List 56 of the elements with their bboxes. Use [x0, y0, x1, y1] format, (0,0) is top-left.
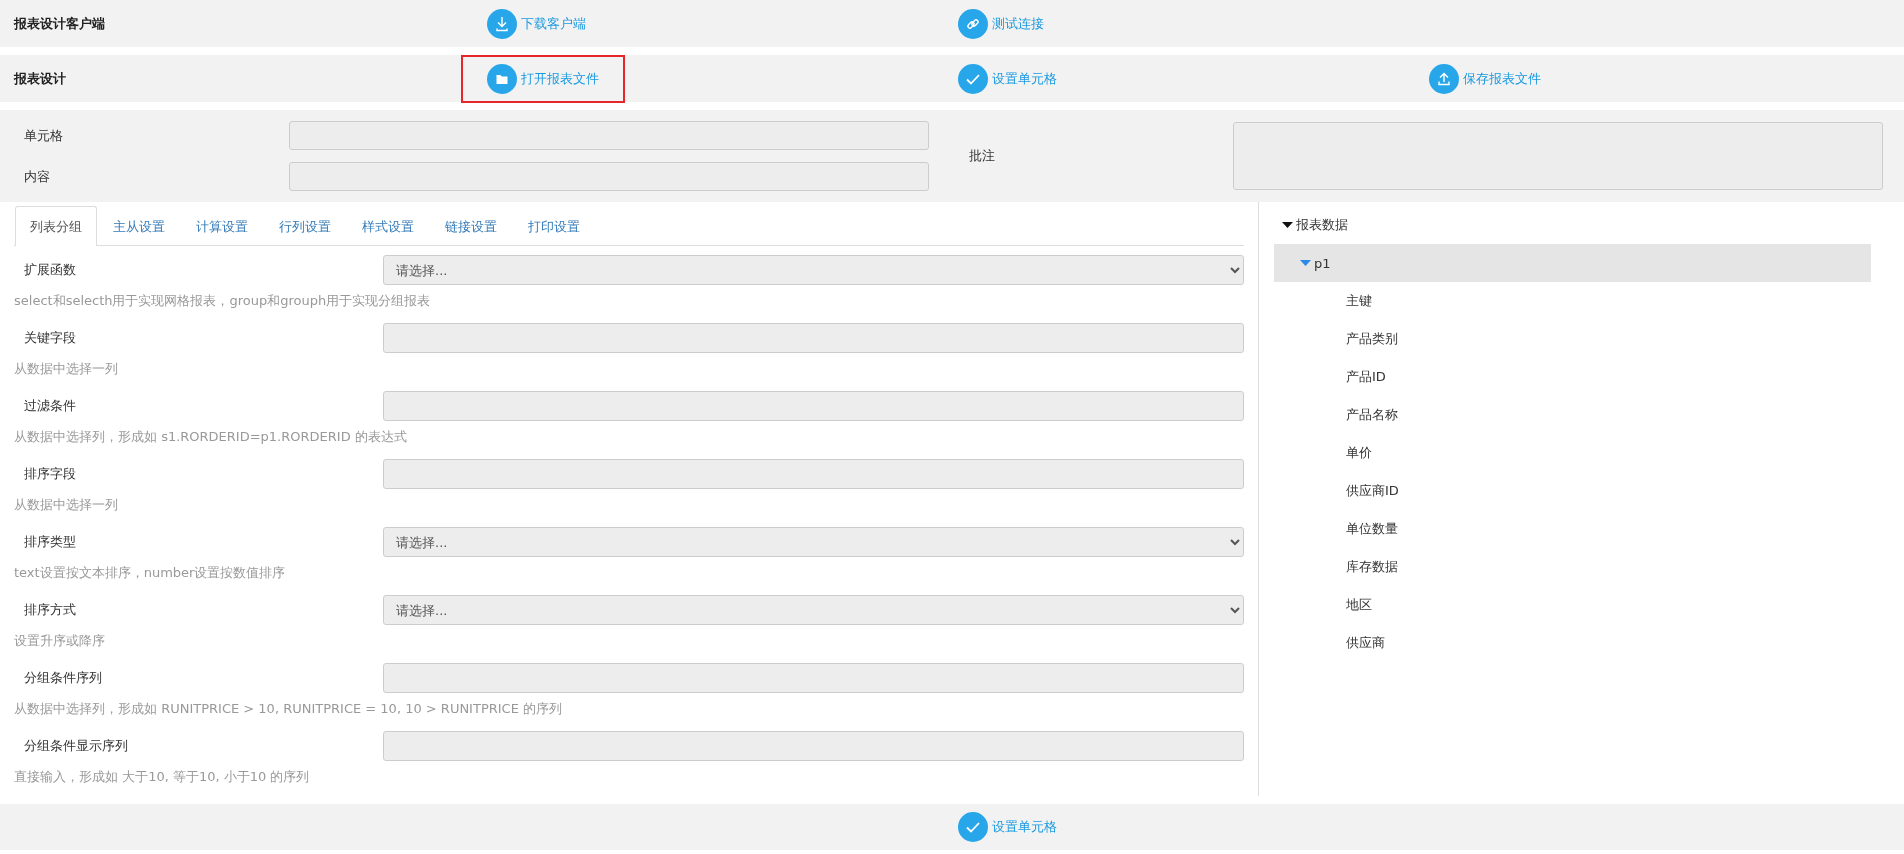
- note-textarea[interactable]: [1233, 122, 1883, 190]
- field-hint: 从数据中选择列，形成如 s1.RORDERID=p1.RORDERID 的表达式: [14, 428, 408, 446]
- text-field[interactable]: [383, 663, 1244, 693]
- text-field[interactable]: [383, 323, 1244, 353]
- field-hint: select和selecth用于实现网格报表，group和grouph用于实现分组报表: [14, 292, 432, 310]
- link-icon: [958, 9, 988, 39]
- tree-node[interactable]: 单位数量: [1274, 510, 1871, 548]
- dropdown[interactable]: 请选择...: [383, 595, 1244, 625]
- tree-node[interactable]: 产品ID: [1274, 358, 1871, 396]
- download-icon: [487, 9, 517, 39]
- field-label: 扩展函数: [23, 261, 77, 279]
- field-label: 过滤条件: [23, 397, 77, 415]
- tab[interactable]: 计算设置: [181, 206, 263, 246]
- text-field[interactable]: [383, 391, 1244, 421]
- text-field[interactable]: [289, 121, 929, 150]
- field-label: 排序类型: [23, 533, 77, 551]
- tree-node[interactable]: 地区: [1274, 586, 1871, 624]
- tab[interactable]: 样式设置: [347, 206, 429, 246]
- tree-node[interactable]: p1: [1274, 244, 1871, 282]
- tab[interactable]: 打印设置: [513, 206, 595, 246]
- tree-node[interactable]: 产品类别: [1274, 320, 1871, 358]
- upload-icon: [1429, 64, 1459, 94]
- field-label: 排序字段: [23, 465, 77, 483]
- tab[interactable]: 链接设置: [430, 206, 512, 246]
- field-label: 关键字段: [23, 329, 77, 347]
- dropdown[interactable]: 请选择...: [383, 255, 1244, 285]
- tree-node[interactable]: 主键: [1274, 282, 1871, 320]
- section-title: 报表设计客户端: [12, 16, 105, 31]
- tree-node[interactable]: 单价: [1274, 434, 1871, 472]
- text-field[interactable]: [289, 162, 929, 191]
- folder-icon: [487, 64, 517, 94]
- field-hint: 从数据中选择列，形成如 RUNITPRICE > 10, RUNITPRICE = 10, 10 > RUNITPRICE 的序列: [14, 700, 564, 718]
- field-label: 批注: [969, 147, 996, 165]
- tree-node[interactable]: 库存数据: [1274, 548, 1871, 586]
- text-field[interactable]: [383, 731, 1244, 761]
- tree-node[interactable]: 产品名称: [1274, 396, 1871, 434]
- text-field[interactable]: [383, 459, 1244, 489]
- field-hint: 直接输入，形成如 大于10, 等于10, 小于10 的序列: [14, 768, 311, 786]
- tree-node[interactable]: 供应商ID: [1274, 472, 1871, 510]
- tab[interactable]: 主从设置: [98, 206, 180, 246]
- tab[interactable]: 列表分组: [15, 206, 97, 246]
- checkmark-icon: [958, 812, 988, 842]
- tab[interactable]: 行列设置: [264, 206, 346, 246]
- field-hint: text设置按文本排序，number设置按数值排序: [14, 564, 287, 582]
- field-label: 分组条件显示序列: [23, 737, 129, 755]
- field-label: 排序方式: [23, 601, 77, 619]
- tree-node[interactable]: 报表数据: [1274, 206, 1871, 244]
- field-label: 单元格: [24, 126, 64, 145]
- field-label: 分组条件序列: [23, 669, 103, 687]
- field-label: 内容: [24, 167, 51, 186]
- section-title: 报表设计: [12, 71, 66, 86]
- tree-node[interactable]: 供应商: [1274, 624, 1871, 662]
- checkmark-icon: [958, 64, 988, 94]
- dropdown[interactable]: 请选择...: [383, 527, 1244, 557]
- field-hint: 设置升序或降序: [14, 632, 106, 650]
- caret-down-icon[interactable]: [1282, 222, 1293, 228]
